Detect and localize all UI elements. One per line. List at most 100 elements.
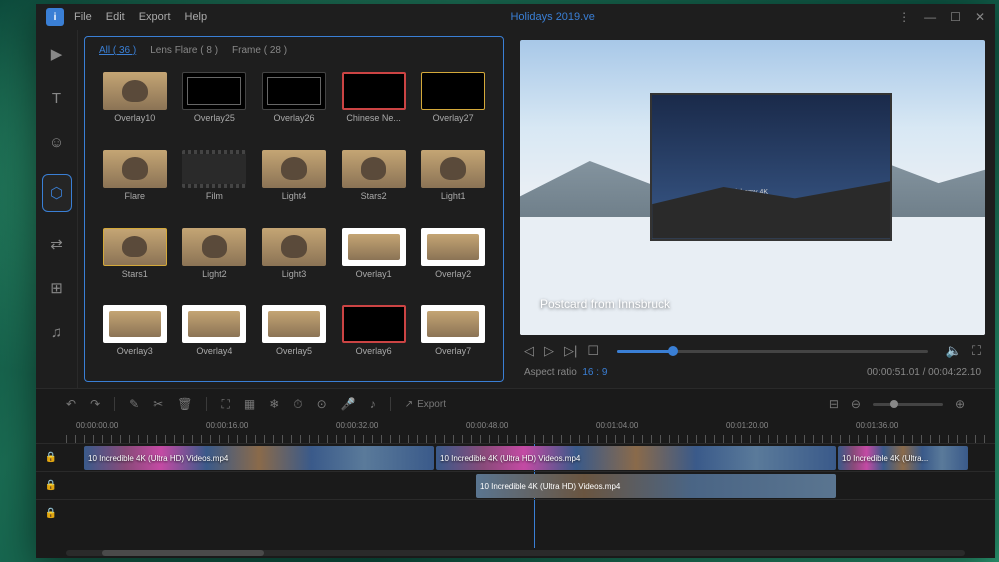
media-item[interactable]: Light4 [258, 150, 330, 218]
preview-video[interactable]: Alchemy 4K Postcard from Innsbruck [520, 40, 985, 335]
media-item[interactable]: Chinese Ne... [338, 72, 410, 140]
sidebar-media-icon[interactable]: ▶ [45, 42, 69, 66]
media-item[interactable]: Overlay4 [179, 305, 251, 373]
menu-file[interactable]: File [74, 11, 92, 23]
track-overlay[interactable]: 🔒 10 Incredible 4K (Ultra HD) Videos.mp4 [36, 471, 995, 499]
export-button[interactable]: ↗ Export [405, 399, 446, 410]
next-frame-icon[interactable]: ▷| [564, 343, 577, 359]
playback-slider[interactable] [617, 350, 928, 353]
media-thumbnail[interactable] [262, 228, 326, 266]
track-video[interactable]: 🔒 10 Incredible 4K (Ultra HD) Videos.mp4… [36, 443, 995, 471]
media-item[interactable]: Overlay10 [99, 72, 171, 140]
media-thumbnail[interactable] [342, 72, 406, 110]
app-logo: i [46, 8, 64, 26]
play-icon[interactable]: ▷ [544, 343, 554, 359]
fullscreen-icon[interactable]: ⛶ [972, 343, 981, 359]
clip-overlay-1[interactable]: 10 Incredible 4K (Ultra HD) Videos.mp4 [476, 474, 836, 498]
speed-icon[interactable]: ⊙ [317, 397, 327, 411]
media-thumbnail[interactable] [103, 228, 167, 266]
media-item[interactable]: Flare [99, 150, 171, 218]
freeze-icon[interactable]: ❄ [269, 397, 279, 411]
prev-frame-icon[interactable]: ◁ [524, 343, 534, 359]
menu-help[interactable]: Help [185, 11, 208, 23]
media-thumbnail[interactable] [103, 72, 167, 110]
track-audio[interactable]: 🔒 [36, 499, 995, 527]
media-item[interactable]: Light3 [258, 228, 330, 296]
media-thumbnail[interactable] [342, 305, 406, 343]
media-item[interactable]: Overlay1 [338, 228, 410, 296]
zoom-out-icon[interactable]: ⊖ [851, 397, 861, 411]
media-thumbnail[interactable] [103, 150, 167, 188]
mosaic-icon[interactable]: ▦ [244, 397, 255, 411]
clip-video-1b[interactable]: 10 Incredible 4K (Ultra HD) Videos.mp4 [436, 446, 836, 470]
duration-icon[interactable]: ⏱ [293, 397, 302, 412]
media-thumbnail[interactable] [421, 228, 485, 266]
media-item[interactable]: Overlay3 [99, 305, 171, 373]
media-thumbnail[interactable] [342, 150, 406, 188]
audio-icon[interactable]: ♪ [370, 397, 376, 411]
close-icon[interactable]: ✕ [975, 10, 985, 24]
media-thumbnail[interactable] [421, 150, 485, 188]
media-item[interactable]: Overlay27 [417, 72, 489, 140]
lock-icon[interactable]: 🔒 [45, 508, 57, 519]
volume-icon[interactable]: 🔈 [946, 343, 962, 359]
media-item-label: Overlay25 [194, 113, 235, 123]
clip-video-1c[interactable]: 10 Incredible 4K (Ultra... [838, 446, 968, 470]
lock-icon[interactable]: 🔒 [45, 452, 57, 463]
menu-edit[interactable]: Edit [106, 11, 125, 23]
cut-icon[interactable]: ✂ [153, 397, 163, 411]
aspect-value[interactable]: 16 : 9 [582, 367, 607, 378]
media-item[interactable]: Overlay25 [179, 72, 251, 140]
media-thumbnail[interactable] [262, 72, 326, 110]
media-item[interactable]: Stars2 [338, 150, 410, 218]
lock-icon[interactable]: 🔒 [45, 480, 57, 491]
stop-icon[interactable]: ☐ [587, 343, 599, 359]
voiceover-icon[interactable]: 🎤 [341, 397, 356, 411]
minimize-icon[interactable]: — [924, 10, 936, 24]
undo-icon[interactable]: ↶ [66, 397, 76, 411]
media-thumbnail[interactable] [262, 305, 326, 343]
media-thumbnail[interactable] [103, 305, 167, 343]
media-thumbnail[interactable] [421, 72, 485, 110]
crop-icon[interactable]: ⛶ [221, 397, 229, 412]
sidebar-text-icon[interactable]: T [45, 86, 69, 110]
sidebar-effects-icon[interactable]: ☺ [45, 130, 69, 154]
redo-icon[interactable]: ↷ [90, 397, 100, 411]
titlebar: i File Edit Export Help Holidays 2019.ve… [36, 4, 995, 30]
maximize-icon[interactable]: ☐ [950, 10, 961, 24]
media-item[interactable]: Overlay5 [258, 305, 330, 373]
timeline-scrollbar[interactable] [36, 548, 995, 558]
media-thumbnail[interactable] [342, 228, 406, 266]
media-item[interactable]: Overlay6 [338, 305, 410, 373]
tab-lens-flare[interactable]: Lens Flare ( 8 ) [150, 45, 218, 56]
media-thumbnail[interactable] [262, 150, 326, 188]
timeline-area: ↶ ↷ ✎ ✂ 🗑 ⛶ ▦ ❄ ⏱ ⊙ 🎤 ♪ ↗ Export ⊟ ⊖ ⊕ 0… [36, 388, 995, 558]
media-thumbnail[interactable] [182, 305, 246, 343]
media-item[interactable]: Overlay2 [417, 228, 489, 296]
media-thumbnail[interactable] [421, 305, 485, 343]
sidebar-audio-icon[interactable]: ♫ [45, 320, 69, 344]
more-icon[interactable]: ⋮ [898, 10, 910, 24]
clip-video-1[interactable]: 10 Incredible 4K (Ultra HD) Videos.mp4 [84, 446, 434, 470]
edit-icon[interactable]: ✎ [129, 397, 139, 411]
media-item[interactable]: Overlay7 [417, 305, 489, 373]
tab-all[interactable]: All ( 36 ) [99, 45, 136, 56]
zoom-in-icon[interactable]: ⊕ [955, 397, 965, 411]
media-item[interactable]: Film [179, 150, 251, 218]
timeline-ruler[interactable]: 00:00:00.00 00:00:16.00 00:00:32.00 00:0… [36, 419, 995, 443]
fit-icon[interactable]: ⊟ [829, 397, 839, 411]
media-item[interactable]: Overlay26 [258, 72, 330, 140]
media-thumbnail[interactable] [182, 150, 246, 188]
media-item[interactable]: Stars1 [99, 228, 171, 296]
sidebar-overlays-icon[interactable]: ⬡ [45, 181, 69, 205]
media-item[interactable]: Light1 [417, 150, 489, 218]
media-thumbnail[interactable] [182, 228, 246, 266]
sidebar-transitions-icon[interactable]: ⇄ [45, 232, 69, 256]
media-thumbnail[interactable] [182, 72, 246, 110]
sidebar-elements-icon[interactable]: ⊞ [45, 276, 69, 300]
tab-frame[interactable]: Frame ( 28 ) [232, 45, 287, 56]
menu-export[interactable]: Export [139, 11, 171, 23]
delete-icon[interactable]: 🗑 [177, 397, 192, 411]
media-item[interactable]: Light2 [179, 228, 251, 296]
zoom-slider[interactable] [873, 403, 943, 406]
